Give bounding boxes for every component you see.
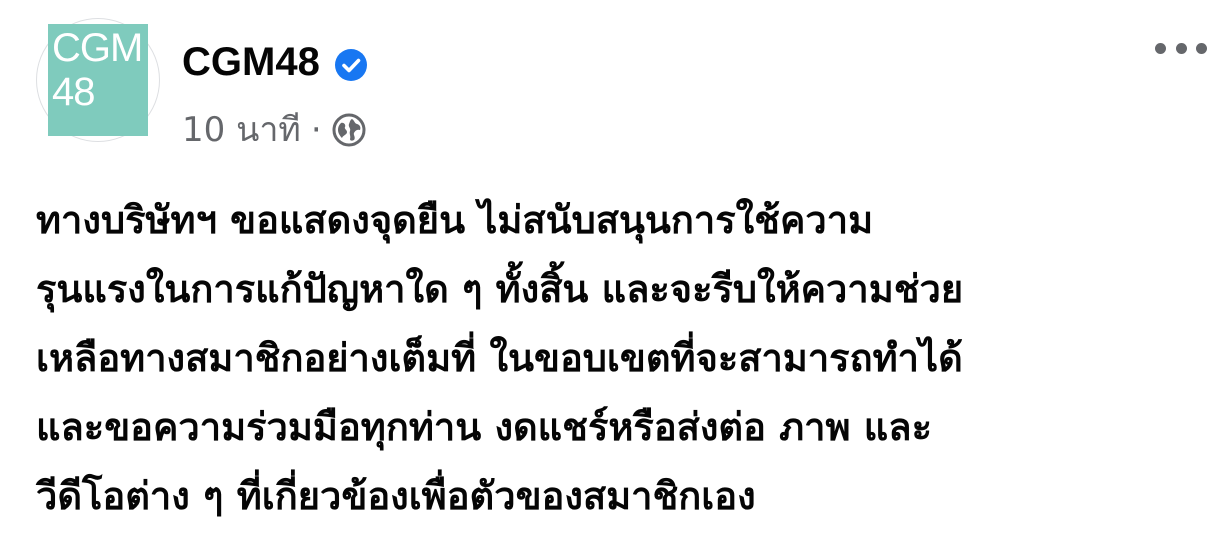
page-name-row: CGM48 <box>182 38 368 86</box>
post-timestamp[interactable]: 10 นาที <box>182 108 301 152</box>
post-line: เหลือทางสมาชิกอย่างเต็มที่ ในขอบเขตที่จะ… <box>36 336 963 380</box>
post-meta: 10 นาที · <box>182 108 366 152</box>
post-body: ทางบริษัทฯ ขอแสดงจุดยืน ไม่สนับสนุนการใช… <box>36 186 1211 531</box>
verified-badge-icon <box>334 45 368 81</box>
page-avatar[interactable]: CGM 48 <box>36 18 160 142</box>
more-options-icon[interactable] <box>1155 36 1207 60</box>
meta-separator: · <box>310 110 322 150</box>
post-line: และขอความร่วมมือทุกท่าน งดแชร์หรือส่งต่อ… <box>36 405 932 449</box>
globe-icon[interactable] <box>332 113 366 147</box>
post-line: ทางบริษัทฯ ขอแสดงจุดยืน ไม่สนับสนุนการใช… <box>36 198 874 242</box>
post-line: รุนแรงในการแก้ปัญหาใด ๆ ทั้งสิ้น และจะรี… <box>36 267 964 311</box>
more-dot <box>1196 42 1207 54</box>
post-line: วีดีโอต่าง ๆ ที่เกี่ยวข้องเพื่อตัวของสมา… <box>36 474 756 518</box>
avatar-logo-text: CGM 48 <box>52 26 143 114</box>
page-name-link[interactable]: CGM48 <box>182 38 320 86</box>
more-dot <box>1155 42 1166 54</box>
more-dot <box>1175 42 1187 54</box>
avatar-logo: CGM 48 <box>48 24 148 136</box>
